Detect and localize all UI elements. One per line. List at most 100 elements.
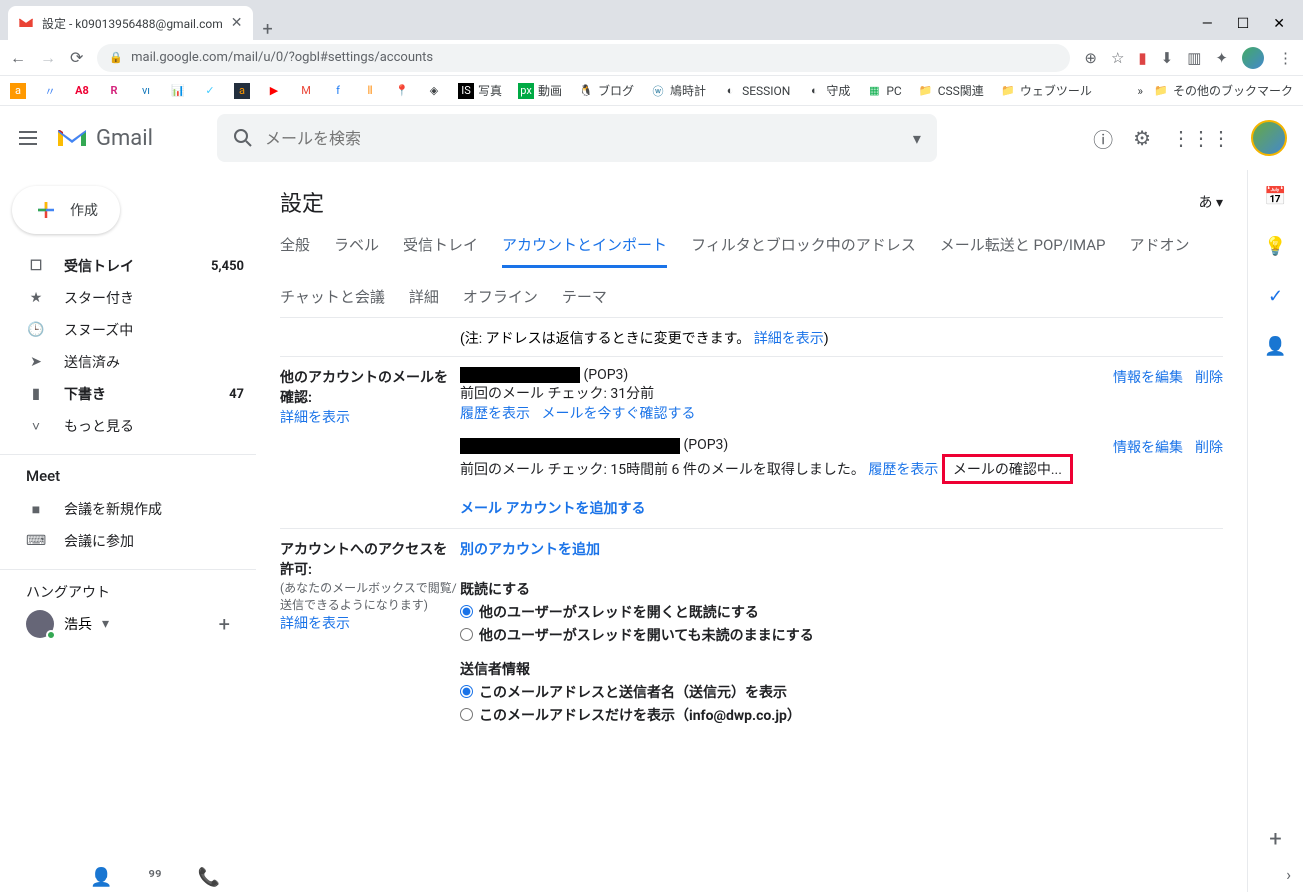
zoom-icon[interactable]: ⊕: [1084, 49, 1097, 67]
settings-tab[interactable]: アドオン: [1129, 234, 1189, 268]
calendar-icon[interactable]: 📅: [1266, 186, 1286, 206]
hangouts-tab-icon[interactable]: ⁹⁹: [148, 867, 161, 888]
sender-opt1-radio[interactable]: [460, 685, 473, 698]
help-icon[interactable]: ⓘ: [1093, 124, 1113, 153]
add-mail-account-link[interactable]: メール アカウントを追加する: [460, 501, 645, 517]
sidebar-nav-item[interactable]: 🕒スヌーズ中: [0, 314, 256, 346]
grant-learn-more[interactable]: 詳細を表示: [280, 616, 350, 632]
bookmark-item[interactable]: 〃: [42, 83, 58, 99]
settings-tab[interactable]: アカウントとインポート: [502, 234, 667, 268]
tasks-icon[interactable]: ✓: [1266, 286, 1286, 306]
bookmark-item[interactable]: ⦀: [362, 83, 378, 99]
bookmark-item[interactable]: ◐SESSION: [722, 83, 790, 99]
acct1-delete-link[interactable]: 削除: [1195, 367, 1223, 423]
window-minimize[interactable]: —: [1202, 16, 1213, 32]
bookmark-item[interactable]: ◐守成: [806, 82, 850, 99]
meet-item[interactable]: ■会議を新規作成: [0, 493, 256, 525]
profile-avatar-small[interactable]: [1242, 47, 1264, 69]
ext-icon-2[interactable]: ⬇: [1161, 49, 1174, 67]
bookmark-item[interactable]: ▶: [266, 83, 282, 99]
bookmark-item[interactable]: 📍: [394, 83, 410, 99]
read-opt1-radio[interactable]: [460, 605, 473, 618]
window-close[interactable]: ✕: [1273, 16, 1285, 32]
chevron-down-icon[interactable]: ▾: [102, 616, 109, 632]
bookmark-item[interactable]: vı: [138, 83, 154, 99]
bookmark-item[interactable]: 📊: [170, 83, 186, 99]
back-button[interactable]: ←: [10, 48, 26, 68]
settings-tab[interactable]: オフライン: [463, 286, 538, 317]
settings-tab[interactable]: 詳細: [409, 286, 439, 317]
url-box[interactable]: 🔒 mail.google.com/mail/u/0/?ogbl#setting…: [97, 44, 1070, 72]
bookmark-item[interactable]: 🐧ブログ: [578, 82, 634, 99]
acct2-delete-link[interactable]: 削除: [1195, 437, 1223, 483]
bookmark-item[interactable]: a: [10, 83, 26, 99]
bookmark-item[interactable]: f: [330, 83, 346, 99]
bookmark-item[interactable]: M: [298, 83, 314, 99]
contacts-icon[interactable]: 👤: [1266, 336, 1286, 356]
settings-tab[interactable]: チャットと会議: [280, 286, 385, 317]
search-options-icon[interactable]: ▾: [913, 129, 921, 148]
search-input[interactable]: [265, 129, 901, 148]
star-icon[interactable]: ☆: [1111, 49, 1124, 67]
keep-icon[interactable]: 💡: [1266, 236, 1286, 256]
browser-tab[interactable]: 設定 - k09013956488@gmail.com ✕: [8, 6, 253, 40]
settings-tab[interactable]: ラベル: [334, 234, 379, 268]
settings-gear-icon[interactable]: ⚙: [1133, 126, 1151, 150]
bookmark-item[interactable]: R: [106, 83, 122, 99]
bookmark-item[interactable]: 📁CSS関連: [918, 82, 984, 99]
reload-button[interactable]: ⟳: [70, 48, 83, 67]
bookmark-item[interactable]: px動画: [518, 82, 562, 99]
gmail-logo[interactable]: Gmail: [56, 126, 153, 151]
bookmark-item[interactable]: ◈: [426, 83, 442, 99]
input-method-button[interactable]: あ ▾: [1199, 192, 1224, 212]
search-box[interactable]: ▾: [217, 114, 937, 162]
meet-item[interactable]: ⌨会議に参加: [0, 525, 256, 557]
ext-icon-3[interactable]: ▥: [1187, 49, 1201, 67]
window-maximize[interactable]: ☐: [1237, 16, 1250, 32]
acct1-history-link[interactable]: 履歴を表示: [460, 406, 530, 422]
settings-tab[interactable]: フィルタとブロック中のアドレス: [691, 234, 916, 268]
sidebar-nav-item[interactable]: ▮下書き47: [0, 378, 256, 410]
sidebar-nav-item[interactable]: ˅もっと見る: [0, 410, 256, 442]
bookmark-item[interactable]: 📁ウェブツール: [1000, 82, 1092, 99]
acct2-history-link[interactable]: 履歴を表示: [868, 462, 938, 478]
compose-button[interactable]: 作成: [12, 186, 120, 234]
menu-icon[interactable]: ⋮: [1278, 49, 1293, 67]
other-accounts-learn-more[interactable]: 詳細を表示: [280, 410, 350, 426]
bookmark-item[interactable]: ⓦ鳩時計: [650, 82, 706, 99]
acct1-checknow-link[interactable]: メールを今すぐ確認する: [541, 406, 695, 422]
ext-icon-1[interactable]: ▮: [1138, 49, 1146, 67]
settings-tab[interactable]: メール転送と POP/IMAP: [940, 234, 1106, 268]
bookmark-item[interactable]: a: [234, 83, 250, 99]
sender-opt2-radio[interactable]: [460, 708, 473, 721]
sidebar-nav-item[interactable]: ☐受信トレイ5,450: [0, 250, 256, 282]
contacts-tab-icon[interactable]: 👤: [90, 867, 112, 888]
bookmark-item[interactable]: IS写真: [458, 82, 502, 99]
forward-button[interactable]: →: [40, 48, 56, 68]
acct2-edit-link[interactable]: 情報を編集: [1113, 437, 1183, 483]
extensions-icon[interactable]: ✦: [1215, 49, 1228, 67]
new-tab-button[interactable]: +: [253, 19, 283, 40]
other-bookmarks[interactable]: 📁その他のブックマーク: [1153, 82, 1293, 99]
sidebar-nav-item[interactable]: ★スター付き: [0, 282, 256, 314]
profile-avatar[interactable]: [1251, 120, 1287, 156]
reply-detail-link[interactable]: 詳細を表示: [754, 331, 824, 347]
bookmark-item[interactable]: ▦PC: [866, 83, 901, 99]
hangouts-user[interactable]: 浩兵 ▾ +: [26, 610, 230, 638]
settings-tab[interactable]: テーマ: [562, 286, 607, 317]
add-another-account-link[interactable]: 別のアカウントを追加: [460, 542, 600, 558]
acct1-edit-link[interactable]: 情報を編集: [1113, 367, 1183, 423]
bookmarks-overflow[interactable]: »: [1137, 84, 1143, 98]
hamburger-icon[interactable]: [16, 126, 40, 150]
apps-grid-icon[interactable]: ⋮⋮⋮: [1171, 126, 1231, 150]
settings-tab[interactable]: 受信トレイ: [403, 234, 478, 268]
sidebar-nav-item[interactable]: ➤送信済み: [0, 346, 256, 378]
bookmark-item[interactable]: A8: [74, 83, 90, 99]
tab-close-icon[interactable]: ✕: [231, 15, 243, 31]
side-add-icon[interactable]: +: [1269, 827, 1281, 852]
bookmark-item[interactable]: ✓: [202, 83, 218, 99]
phone-tab-icon[interactable]: 📞: [198, 867, 220, 888]
settings-tab[interactable]: 全般: [280, 234, 310, 268]
read-opt2-radio[interactable]: [460, 628, 473, 641]
hangouts-add-button[interactable]: +: [219, 612, 230, 636]
